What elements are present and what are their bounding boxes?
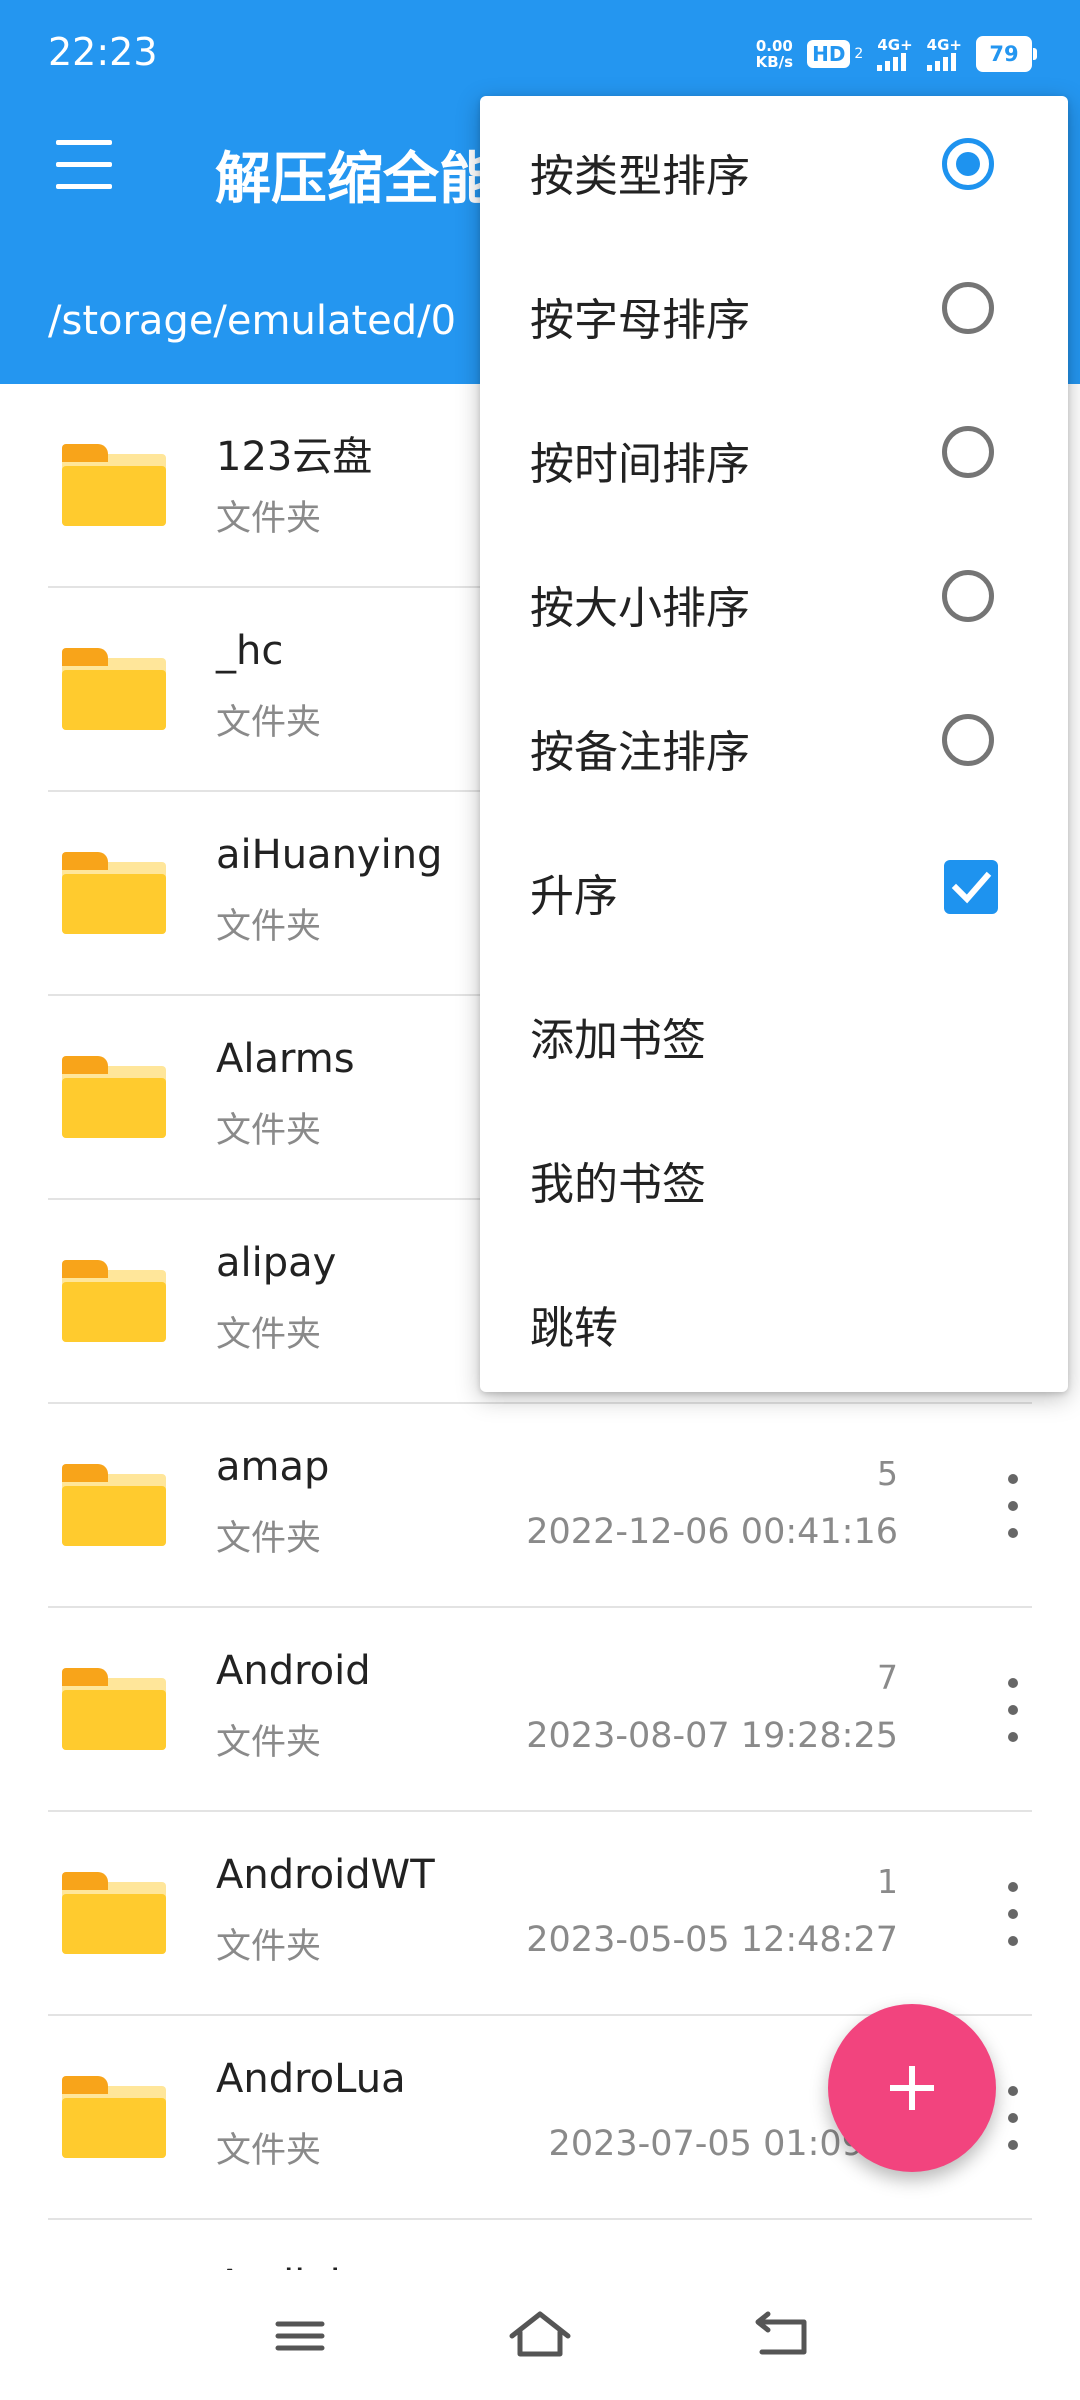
file-type: 文件夹 [216,1723,322,1763]
folder-icon [62,1056,166,1138]
file-type: 文件夹 [216,703,322,743]
menu-item-sort-by-time[interactable]: 按时间排序 [480,384,1068,528]
item-count: 5 [877,1454,898,1493]
system-nav-bar [0,2270,1080,2400]
folder-icon [62,444,166,526]
file-type: 文件夹 [216,1315,322,1355]
file-name: Android [216,1648,371,1694]
menu-item-label: 按字母排序 [530,295,750,346]
menu-item-label: 按大小排序 [530,583,750,634]
list-item[interactable]: AndroidWT 文件夹 1 2023-05-05 12:48:27 [0,1812,1080,2016]
file-name: amap [216,1444,330,1490]
menu-item-label: 按备注排序 [530,727,750,778]
radio-unchecked-icon[interactable] [942,282,994,334]
nav-back-icon[interactable] [732,2300,828,2372]
menu-item-sort-by-note[interactable]: 按备注排序 [480,672,1068,816]
current-path[interactable]: /storage/emulated/0 [48,298,456,344]
item-count: 7 [877,1658,898,1697]
radio-unchecked-icon[interactable] [942,570,994,622]
hd-voice-icon: HD [807,40,851,68]
menu-item-ascending[interactable]: 升序 [480,816,1068,960]
file-name: aiHuanying [216,832,443,878]
file-type: 文件夹 [216,1111,322,1151]
menu-icon[interactable] [50,140,118,192]
menu-item-label: 我的书签 [530,1159,706,1210]
radio-checked-icon[interactable] [942,138,994,190]
folder-icon [62,1872,166,1954]
folder-icon [62,648,166,730]
menu-item-sort-by-letter[interactable]: 按字母排序 [480,240,1068,384]
list-item[interactable]: Android 文件夹 7 2023-08-07 19:28:25 [0,1608,1080,1812]
more-vert-icon[interactable] [998,1882,1028,1946]
menu-item-label: 按类型排序 [530,151,750,202]
nav-home-icon[interactable] [492,2300,588,2372]
file-type: 文件夹 [216,499,322,539]
menu-item-label: 跳转 [530,1303,618,1354]
file-name: AndroidWT [216,1852,435,1898]
more-vert-icon[interactable] [998,2086,1028,2150]
file-type: 文件夹 [216,1519,322,1559]
sort-options-menu: 按类型排序 按字母排序 按时间排序 按大小排序 按备注排序 升序 添加书签 我的… [480,96,1068,1392]
folder-icon [62,852,166,934]
nav-menu-icon[interactable] [252,2300,348,2372]
net-speed-unit: KB/s [755,53,794,71]
file-name: 123云盘 [216,434,373,480]
net-speed: 0.00 KB/s [756,38,793,70]
add-button[interactable] [828,2004,996,2172]
signal-icon-sim1: 4G+ [877,36,913,71]
menu-item-my-bookmarks[interactable]: 我的书签 [480,1104,1068,1248]
file-type: 文件夹 [216,907,322,947]
menu-item-sort-by-size[interactable]: 按大小排序 [480,528,1068,672]
modified-date: 2022-12-06 00:41:16 [526,1512,898,1552]
menu-item-label: 按时间排序 [530,439,750,490]
checkbox-checked-icon[interactable] [944,860,998,914]
file-name: AndroLua [216,2056,406,2102]
folder-icon [62,1260,166,1342]
folder-icon [62,2076,166,2158]
menu-item-add-bookmark[interactable]: 添加书签 [480,960,1068,1104]
status-time: 22:23 [48,30,158,74]
folder-icon [62,1464,166,1546]
radio-unchecked-icon[interactable] [942,426,994,478]
net-speed-value: 0.00 [755,37,793,55]
battery-icon: 79 [976,36,1037,72]
signal-icon-sim2: 4G+ [926,36,962,71]
file-type: 文件夹 [216,2131,322,2171]
menu-item-label: 升序 [530,871,618,922]
file-name: alipay [216,1240,337,1286]
item-count: 1 [877,1862,898,1901]
modified-date: 2023-05-05 12:48:27 [526,1920,898,1960]
radio-unchecked-icon[interactable] [942,714,994,766]
hd-sub-label: 2 [854,46,864,62]
menu-item-label: 添加书签 [530,1015,706,1066]
file-type: 文件夹 [216,1927,322,1967]
modified-date: 2023-08-07 19:28:25 [526,1716,898,1756]
more-vert-icon[interactable] [998,1474,1028,1538]
status-icons: 0.00 KB/s HD 2 4G+ 4G+ 79 [756,32,1037,76]
file-name: _hc [216,628,284,674]
more-vert-icon[interactable] [998,1678,1028,1742]
sim1-network-label: 4G+ [877,36,913,54]
file-name: Alarms [216,1036,355,1082]
list-item[interactable]: amap 文件夹 5 2022-12-06 00:41:16 [0,1404,1080,1608]
menu-item-sort-by-type[interactable]: 按类型排序 [480,96,1068,240]
menu-item-jump[interactable]: 跳转 [480,1248,1068,1392]
sim2-network-label: 4G+ [926,36,962,54]
divider [48,2218,1032,2220]
folder-icon [62,1668,166,1750]
